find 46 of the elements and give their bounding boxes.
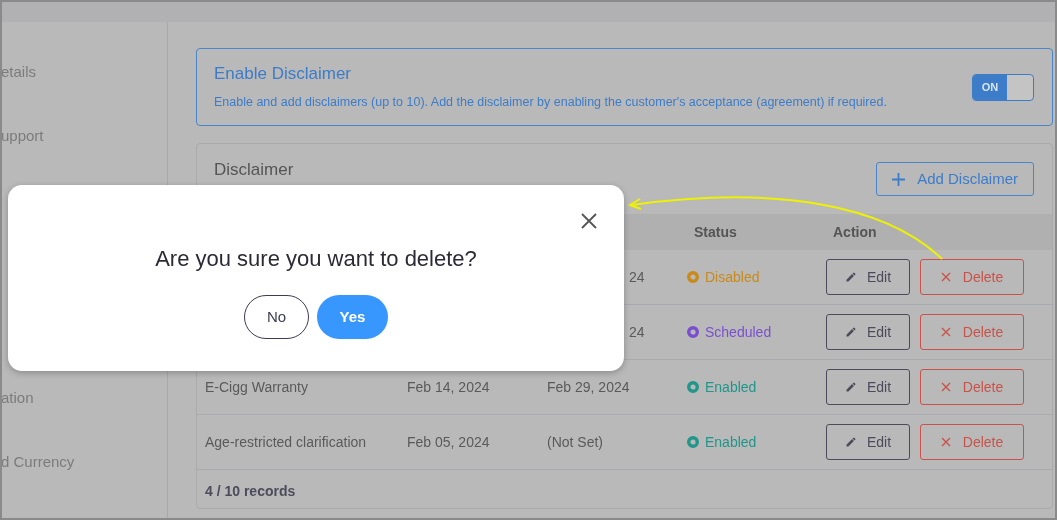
close-button[interactable]: [580, 212, 598, 230]
dialog-message: Are you sure you want to delete?: [155, 245, 477, 273]
toggle-switch[interactable]: ON: [972, 73, 1034, 101]
close-icon: [940, 327, 951, 337]
close-icon: [581, 213, 597, 229]
sidebar-item[interactable]: upport: [2, 126, 167, 146]
add-disclaimer-button[interactable]: Add Disclaimer: [876, 162, 1034, 196]
table-cell: E-Cigg Warranty: [205, 378, 308, 395]
status-label: Enabled: [705, 432, 757, 452]
card-title: Disclaimer: [214, 160, 294, 180]
status-label: Disabled: [705, 267, 760, 287]
card-description: Enable and add disclaimers (up to 10). Add the disclaimer by enabling the customer's acceptance (agreement) if required.: [214, 94, 887, 110]
table-cell: 24: [629, 323, 645, 340]
table-cell: Feb 14, 2024: [407, 378, 490, 395]
sidebar-item[interactable]: etails: [2, 62, 167, 82]
close-icon: [940, 437, 951, 447]
records-count: 4 / 10 records: [204, 482, 297, 501]
delete-button[interactable]: Delete: [920, 314, 1024, 350]
status-label: Scheduled: [705, 322, 772, 342]
column-header: Status: [694, 222, 738, 242]
table-cell: (Not Set): [547, 433, 603, 450]
table-cell: Age-restricted clarification: [205, 433, 367, 450]
pencil-icon: [844, 436, 857, 448]
sidebar-item[interactable]: ation: [2, 388, 167, 408]
edit-button[interactable]: Edit: [826, 424, 910, 460]
plus-icon: [892, 172, 906, 186]
column-header: Action: [833, 222, 877, 242]
pencil-icon: [844, 326, 857, 338]
status-label: Enabled: [705, 377, 757, 397]
table-cell: Feb 05, 2024: [407, 433, 490, 450]
sidebar-item[interactable]: d Currency: [2, 452, 167, 472]
delete-button[interactable]: Delete: [920, 369, 1024, 405]
edit-button[interactable]: Edit: [826, 369, 910, 405]
close-icon: [940, 272, 951, 282]
card-title: Enable Disclaimer: [214, 64, 352, 84]
pencil-icon: [844, 381, 857, 393]
pencil-icon: [844, 271, 857, 283]
edit-button[interactable]: Edit: [826, 314, 910, 350]
delete-button[interactable]: Delete: [920, 424, 1024, 460]
no-button[interactable]: No: [244, 295, 309, 339]
table-cell: Feb 29, 2024: [547, 378, 630, 395]
edit-button[interactable]: Edit: [826, 259, 910, 295]
delete-button[interactable]: Delete: [920, 259, 1024, 295]
table-cell: 24: [629, 268, 645, 285]
yes-button[interactable]: Yes: [317, 295, 388, 339]
close-icon: [940, 382, 951, 392]
